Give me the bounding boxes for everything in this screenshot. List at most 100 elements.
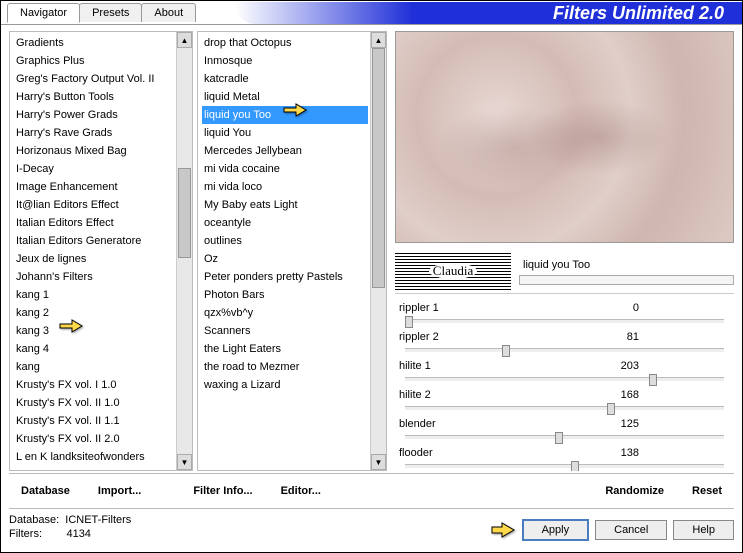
scroll-up-icon[interactable]: ▲ xyxy=(177,32,192,48)
slider-thumb[interactable] xyxy=(649,374,657,386)
brand-title: Filters Unlimited 2.0 xyxy=(235,2,742,24)
category-item[interactable]: Johann's Filters xyxy=(14,268,174,286)
filter-item[interactable]: liquid You xyxy=(202,124,368,142)
database-name: ICNET-Filters xyxy=(65,514,131,526)
param-row: hilite 1203 xyxy=(395,354,734,377)
category-item[interactable]: Horizonaus Mixed Bag xyxy=(14,142,174,160)
slider-thumb[interactable] xyxy=(405,316,413,328)
tab-about[interactable]: About xyxy=(141,3,196,22)
filter-item[interactable]: the road to Mezmer xyxy=(202,358,368,376)
tab-presets[interactable]: Presets xyxy=(79,3,142,22)
cancel-button[interactable]: Cancel xyxy=(595,520,667,540)
footer-info: Database: ICNET-Filters Filters: 4134 xyxy=(9,513,131,541)
category-item[interactable]: Greg's Factory Output Vol. II xyxy=(14,70,174,88)
slider-thumb[interactable] xyxy=(502,345,510,357)
scrollbar-left[interactable]: ▲ ▼ xyxy=(176,32,192,470)
author-stamp: Claudia xyxy=(395,252,511,290)
param-slider[interactable] xyxy=(405,348,724,352)
randomize-button[interactable]: Randomize xyxy=(593,482,676,500)
footer: Database: ICNET-Filters Filters: 4134 Ap… xyxy=(1,511,742,543)
category-item[interactable]: kang 3 xyxy=(14,322,174,340)
category-item[interactable]: Krusty's FX vol. II 2.0 xyxy=(14,430,174,448)
filter-item[interactable]: outlines xyxy=(202,232,368,250)
category-item[interactable]: Krusty's FX vol. I 1.0 xyxy=(14,376,174,394)
param-label: flooder xyxy=(395,447,605,459)
category-item[interactable]: Jeux de lignes xyxy=(14,250,174,268)
category-item[interactable]: Image Enhancement xyxy=(14,178,174,196)
category-item[interactable]: Harry's Button Tools xyxy=(14,88,174,106)
filter-item[interactable]: Mercedes Jellybean xyxy=(202,142,368,160)
filter-item[interactable]: qzx%vb^y xyxy=(202,304,368,322)
filter-item[interactable]: the Light Eaters xyxy=(202,340,368,358)
tab-strip: Navigator Presets About xyxy=(7,3,195,22)
divider xyxy=(9,508,734,509)
slider-thumb[interactable] xyxy=(607,403,615,415)
category-item[interactable]: kang xyxy=(14,358,174,376)
param-slider[interactable] xyxy=(405,377,724,381)
filter-item[interactable]: Inmosque xyxy=(202,52,368,70)
scrollbar-mid[interactable]: ▲ ▼ xyxy=(370,32,386,470)
param-value: 125 xyxy=(605,418,645,430)
category-item[interactable]: Layout Tools xyxy=(14,466,174,470)
header-bar: Navigator Presets About Filters Unlimite… xyxy=(1,1,742,25)
category-item[interactable]: kang 2 xyxy=(14,304,174,322)
scroll-thumb[interactable] xyxy=(372,48,385,288)
category-item[interactable]: Italian Editors Generatore xyxy=(14,232,174,250)
category-item[interactable]: Italian Editors Effect xyxy=(14,214,174,232)
filter-item[interactable]: liquid Metal xyxy=(202,88,368,106)
apply-button[interactable]: Apply xyxy=(522,519,590,541)
param-slider[interactable] xyxy=(405,319,724,323)
category-item[interactable]: kang 4 xyxy=(14,340,174,358)
help-button[interactable]: Help xyxy=(673,520,734,540)
database-button[interactable]: Database xyxy=(9,482,82,500)
category-item[interactable]: Krusty's FX vol. II 1.0 xyxy=(14,394,174,412)
param-slider[interactable] xyxy=(405,435,724,439)
scroll-thumb[interactable] xyxy=(178,168,191,258)
filter-item[interactable]: katcradle xyxy=(202,70,368,88)
param-row: hilite 2168 xyxy=(395,383,734,406)
filter-item[interactable]: mi vida loco xyxy=(202,178,368,196)
slider-thumb[interactable] xyxy=(571,461,579,471)
filter-item[interactable]: Scanners xyxy=(202,322,368,340)
category-item[interactable]: Harry's Rave Grads xyxy=(14,124,174,142)
filter-item[interactable]: Photon Bars xyxy=(202,286,368,304)
param-value: 203 xyxy=(605,360,645,372)
param-row: rippler 10 xyxy=(395,296,734,319)
category-list[interactable]: GradientsGraphics PlusGreg's Factory Out… xyxy=(9,31,193,471)
filter-info-button[interactable]: Filter Info... xyxy=(181,482,264,500)
filter-item[interactable]: My Baby eats Light xyxy=(202,196,368,214)
param-label: blender xyxy=(395,418,605,430)
category-item[interactable]: Harry's Power Grads xyxy=(14,106,174,124)
category-item[interactable]: Krusty's FX vol. II 1.1 xyxy=(14,412,174,430)
category-item[interactable]: Gradients xyxy=(14,34,174,52)
category-item[interactable]: I-Decay xyxy=(14,160,174,178)
filter-item[interactable]: liquid you Too xyxy=(202,106,368,124)
param-slider[interactable] xyxy=(405,406,724,410)
filter-item[interactable]: mi vida cocaine xyxy=(202,160,368,178)
divider xyxy=(9,473,734,474)
filter-item[interactable]: drop that Octopus xyxy=(202,34,368,52)
category-item[interactable]: kang 1 xyxy=(14,286,174,304)
param-label: hilite 2 xyxy=(395,389,605,401)
category-item[interactable]: Graphics Plus xyxy=(14,52,174,70)
filter-item[interactable]: waxing a Lizard xyxy=(202,376,368,394)
filter-count: 4134 xyxy=(66,528,90,540)
slider-thumb[interactable] xyxy=(555,432,563,444)
right-panel: Claudia liquid you Too rippler 10rippler… xyxy=(391,31,734,471)
scroll-up-icon[interactable]: ▲ xyxy=(371,32,386,48)
filter-item[interactable]: Peter ponders pretty Pastels xyxy=(202,268,368,286)
scroll-down-icon[interactable]: ▼ xyxy=(371,454,386,470)
import-button[interactable]: Import... xyxy=(86,482,153,500)
filter-item[interactable]: Oz xyxy=(202,250,368,268)
editor-button[interactable]: Editor... xyxy=(269,482,333,500)
filter-list[interactable]: drop that OctopusInmosquekatcradleliquid… xyxy=(197,31,387,471)
category-item[interactable]: It@lian Editors Effect xyxy=(14,196,174,214)
param-slider[interactable] xyxy=(405,464,724,468)
filter-item[interactable]: oceantyle xyxy=(202,214,368,232)
param-row: blender125 xyxy=(395,412,734,435)
reset-button[interactable]: Reset xyxy=(680,482,734,500)
filter-header-row: Claudia liquid you Too xyxy=(395,249,734,293)
category-item[interactable]: L en K landksiteofwonders xyxy=(14,448,174,466)
scroll-down-icon[interactable]: ▼ xyxy=(177,454,192,470)
tab-navigator[interactable]: Navigator xyxy=(7,3,80,23)
